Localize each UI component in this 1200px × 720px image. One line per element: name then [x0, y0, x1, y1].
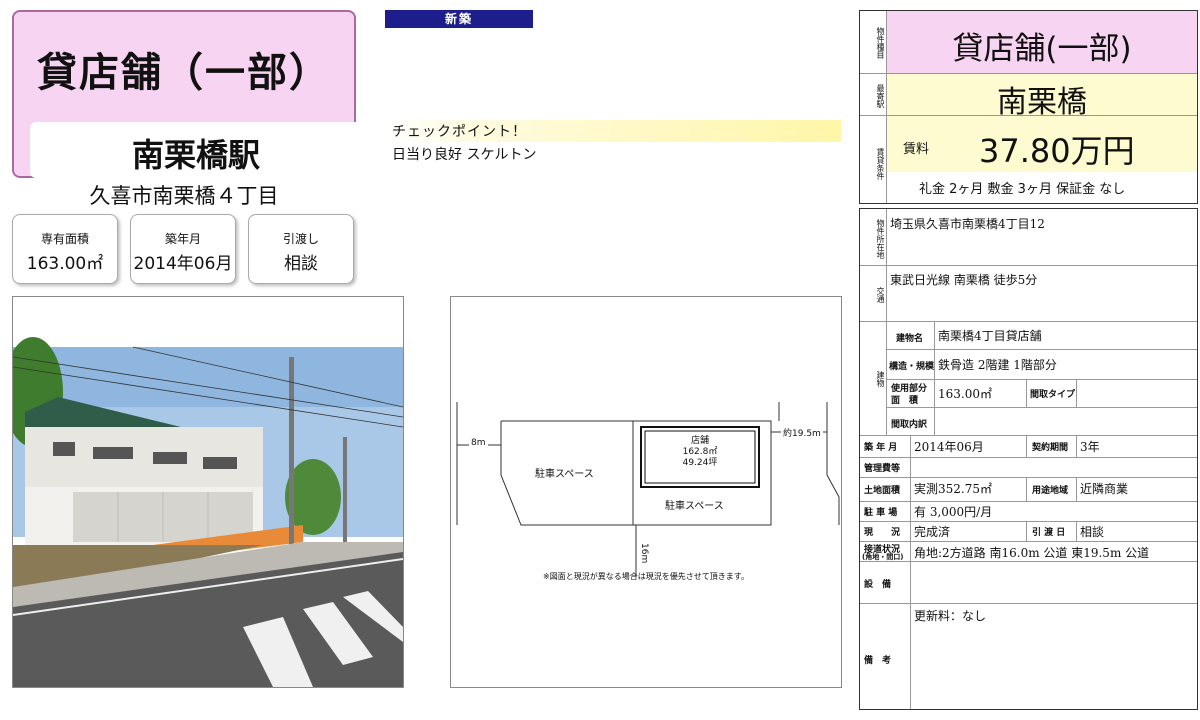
- spec-handover-value: 相談: [284, 254, 318, 274]
- handover-label: 引 渡 日: [1032, 528, 1066, 538]
- land-area-value: 実測352.75㎡: [914, 482, 992, 496]
- status-label: 現 況: [864, 528, 901, 538]
- parking-value: 有 3,000円/月: [914, 505, 993, 519]
- building-name-label: 建物名: [896, 334, 924, 344]
- remarks-value: 更新料：なし: [914, 609, 987, 623]
- built-label: 築 年 月: [864, 443, 898, 453]
- type-value-cell: 貸店舗(一部): [887, 11, 1197, 73]
- spec-area-value: 163.00㎡: [26, 254, 104, 274]
- transport-value: 東武日光線 南栗橋 徒歩5分: [890, 273, 1038, 287]
- area-value: 163.00㎡: [938, 387, 992, 401]
- new-construction-badge: 新築: [385, 10, 533, 28]
- floor-plan-drawing: [456, 402, 840, 577]
- management-fee-label: 管理費等: [864, 464, 901, 474]
- road-access-label-line2: (角地・間口): [862, 553, 904, 561]
- checkpoint-title: チェックポイント！: [392, 124, 527, 140]
- road-access-value: 角地:2方道路 南16.0m 公道 東19.5m 公道: [914, 546, 1150, 560]
- zone-value: 近隣商業: [1080, 482, 1129, 496]
- road-width-left: 8m: [469, 438, 488, 448]
- spec-area: 専有面積 163.00㎡: [12, 214, 118, 284]
- contract-value: 3年: [1080, 440, 1100, 454]
- property-type-header: 貸店舗（一部） 南栗橋駅: [12, 10, 362, 178]
- details-panel: 物件所在地 埼玉県久喜市南栗橋4丁目12 交通 東武日光線 南栗橋 徒歩5分 建…: [859, 208, 1198, 710]
- spec-built: 築年月 2014年06月: [130, 214, 236, 284]
- handover-value: 相談: [1080, 525, 1105, 539]
- store-area-tsubo: 49.24坪: [682, 458, 718, 468]
- station-box: 南栗橋駅: [30, 122, 362, 178]
- spec-handover: 引渡し 相談: [248, 214, 354, 284]
- rent-value: 37.80万円: [979, 132, 1135, 170]
- floor-plan: 8m 約19.5m 16m 駐車スペース 駐車スペース 店舗 162.8㎡ 49…: [450, 296, 842, 688]
- built-value: 2014年06月: [914, 440, 984, 454]
- layout-type-label: 間取タイプ: [1030, 390, 1076, 400]
- location-value: 埼玉県久喜市南栗橋4丁目12: [890, 217, 1045, 231]
- remarks-label: 備 考: [864, 656, 892, 666]
- checkpoint-body: 日当り良好 スケルトン: [392, 147, 537, 163]
- spec-area-label: 専有面積: [40, 232, 89, 246]
- type-value: 貸店舗(一部): [952, 31, 1132, 67]
- store-area-m2: 162.8㎡: [682, 447, 718, 457]
- deposit-cell: 礼金 2ヶ月 敷金 3ヶ月 保証金 なし: [887, 172, 1197, 202]
- station-value: 南栗橋: [997, 85, 1087, 120]
- building-photo-illustration: [3, 337, 404, 687]
- station-label: 最寄駅: [876, 84, 885, 108]
- spec-handover-label: 引渡し: [282, 232, 319, 246]
- structure-value: 鉄骨造 2階建 1階部分: [938, 358, 1057, 372]
- zone-label: 用途地域: [1032, 486, 1069, 496]
- parking-space-bottom: 駐車スペース: [665, 501, 724, 512]
- station-value-cell: 南栗橋: [887, 74, 1197, 120]
- summary-panel: 物件種目 貸店舗(一部) 最寄駅 南栗橋 賃貸条件 賃料 37.80万円 礼金 …: [859, 10, 1198, 204]
- store-label: 店舗: [690, 436, 709, 446]
- spec-built-value: 2014年06月: [133, 254, 233, 274]
- building-name: 南栗橋4丁目貸店舗: [938, 329, 1042, 343]
- type-label: 物件種目: [876, 27, 885, 59]
- rent-caption: 賃料: [903, 142, 930, 157]
- building-label: 建物: [876, 371, 885, 387]
- status-value: 完成済: [914, 525, 951, 539]
- spec-built-label: 築年月: [164, 232, 201, 246]
- location-label: 物件所在地: [876, 219, 885, 259]
- address-line: 久喜市南栗橋４丁目: [89, 184, 279, 208]
- floor-plan-note: ※図面と現況が異なる場合は現況を優先させて頂きます。: [543, 572, 749, 581]
- station-name: 南栗橋駅: [131, 136, 260, 174]
- road-width-bottom: 16m: [639, 543, 649, 564]
- transport-label: 交通: [876, 287, 885, 303]
- store-room: 店舗 162.8㎡ 49.24坪: [641, 436, 759, 469]
- property-type-title: 貸店舗（一部）: [37, 50, 331, 96]
- land-area-label: 土地面積: [864, 486, 901, 496]
- structure-label: 構造・規模: [889, 362, 935, 372]
- layout-detail-label: 間取内訳: [891, 420, 928, 430]
- parking-label: 駐 車 場: [864, 508, 898, 518]
- road-width-right: 約19.5m: [781, 426, 823, 439]
- property-photo: [3, 296, 404, 688]
- rent-value-cell: 賃料 37.80万円: [887, 116, 1197, 172]
- contract-label: 契約期間: [1032, 443, 1069, 453]
- deposit-terms: 礼金 2ヶ月 敷金 3ヶ月 保証金 なし: [919, 182, 1126, 197]
- facilities-label: 設 備: [864, 580, 892, 590]
- parking-space-left: 駐車スペース: [535, 469, 594, 480]
- area-label-line2: 面 積: [891, 396, 919, 406]
- rent-label: 賃貸条件: [876, 148, 885, 180]
